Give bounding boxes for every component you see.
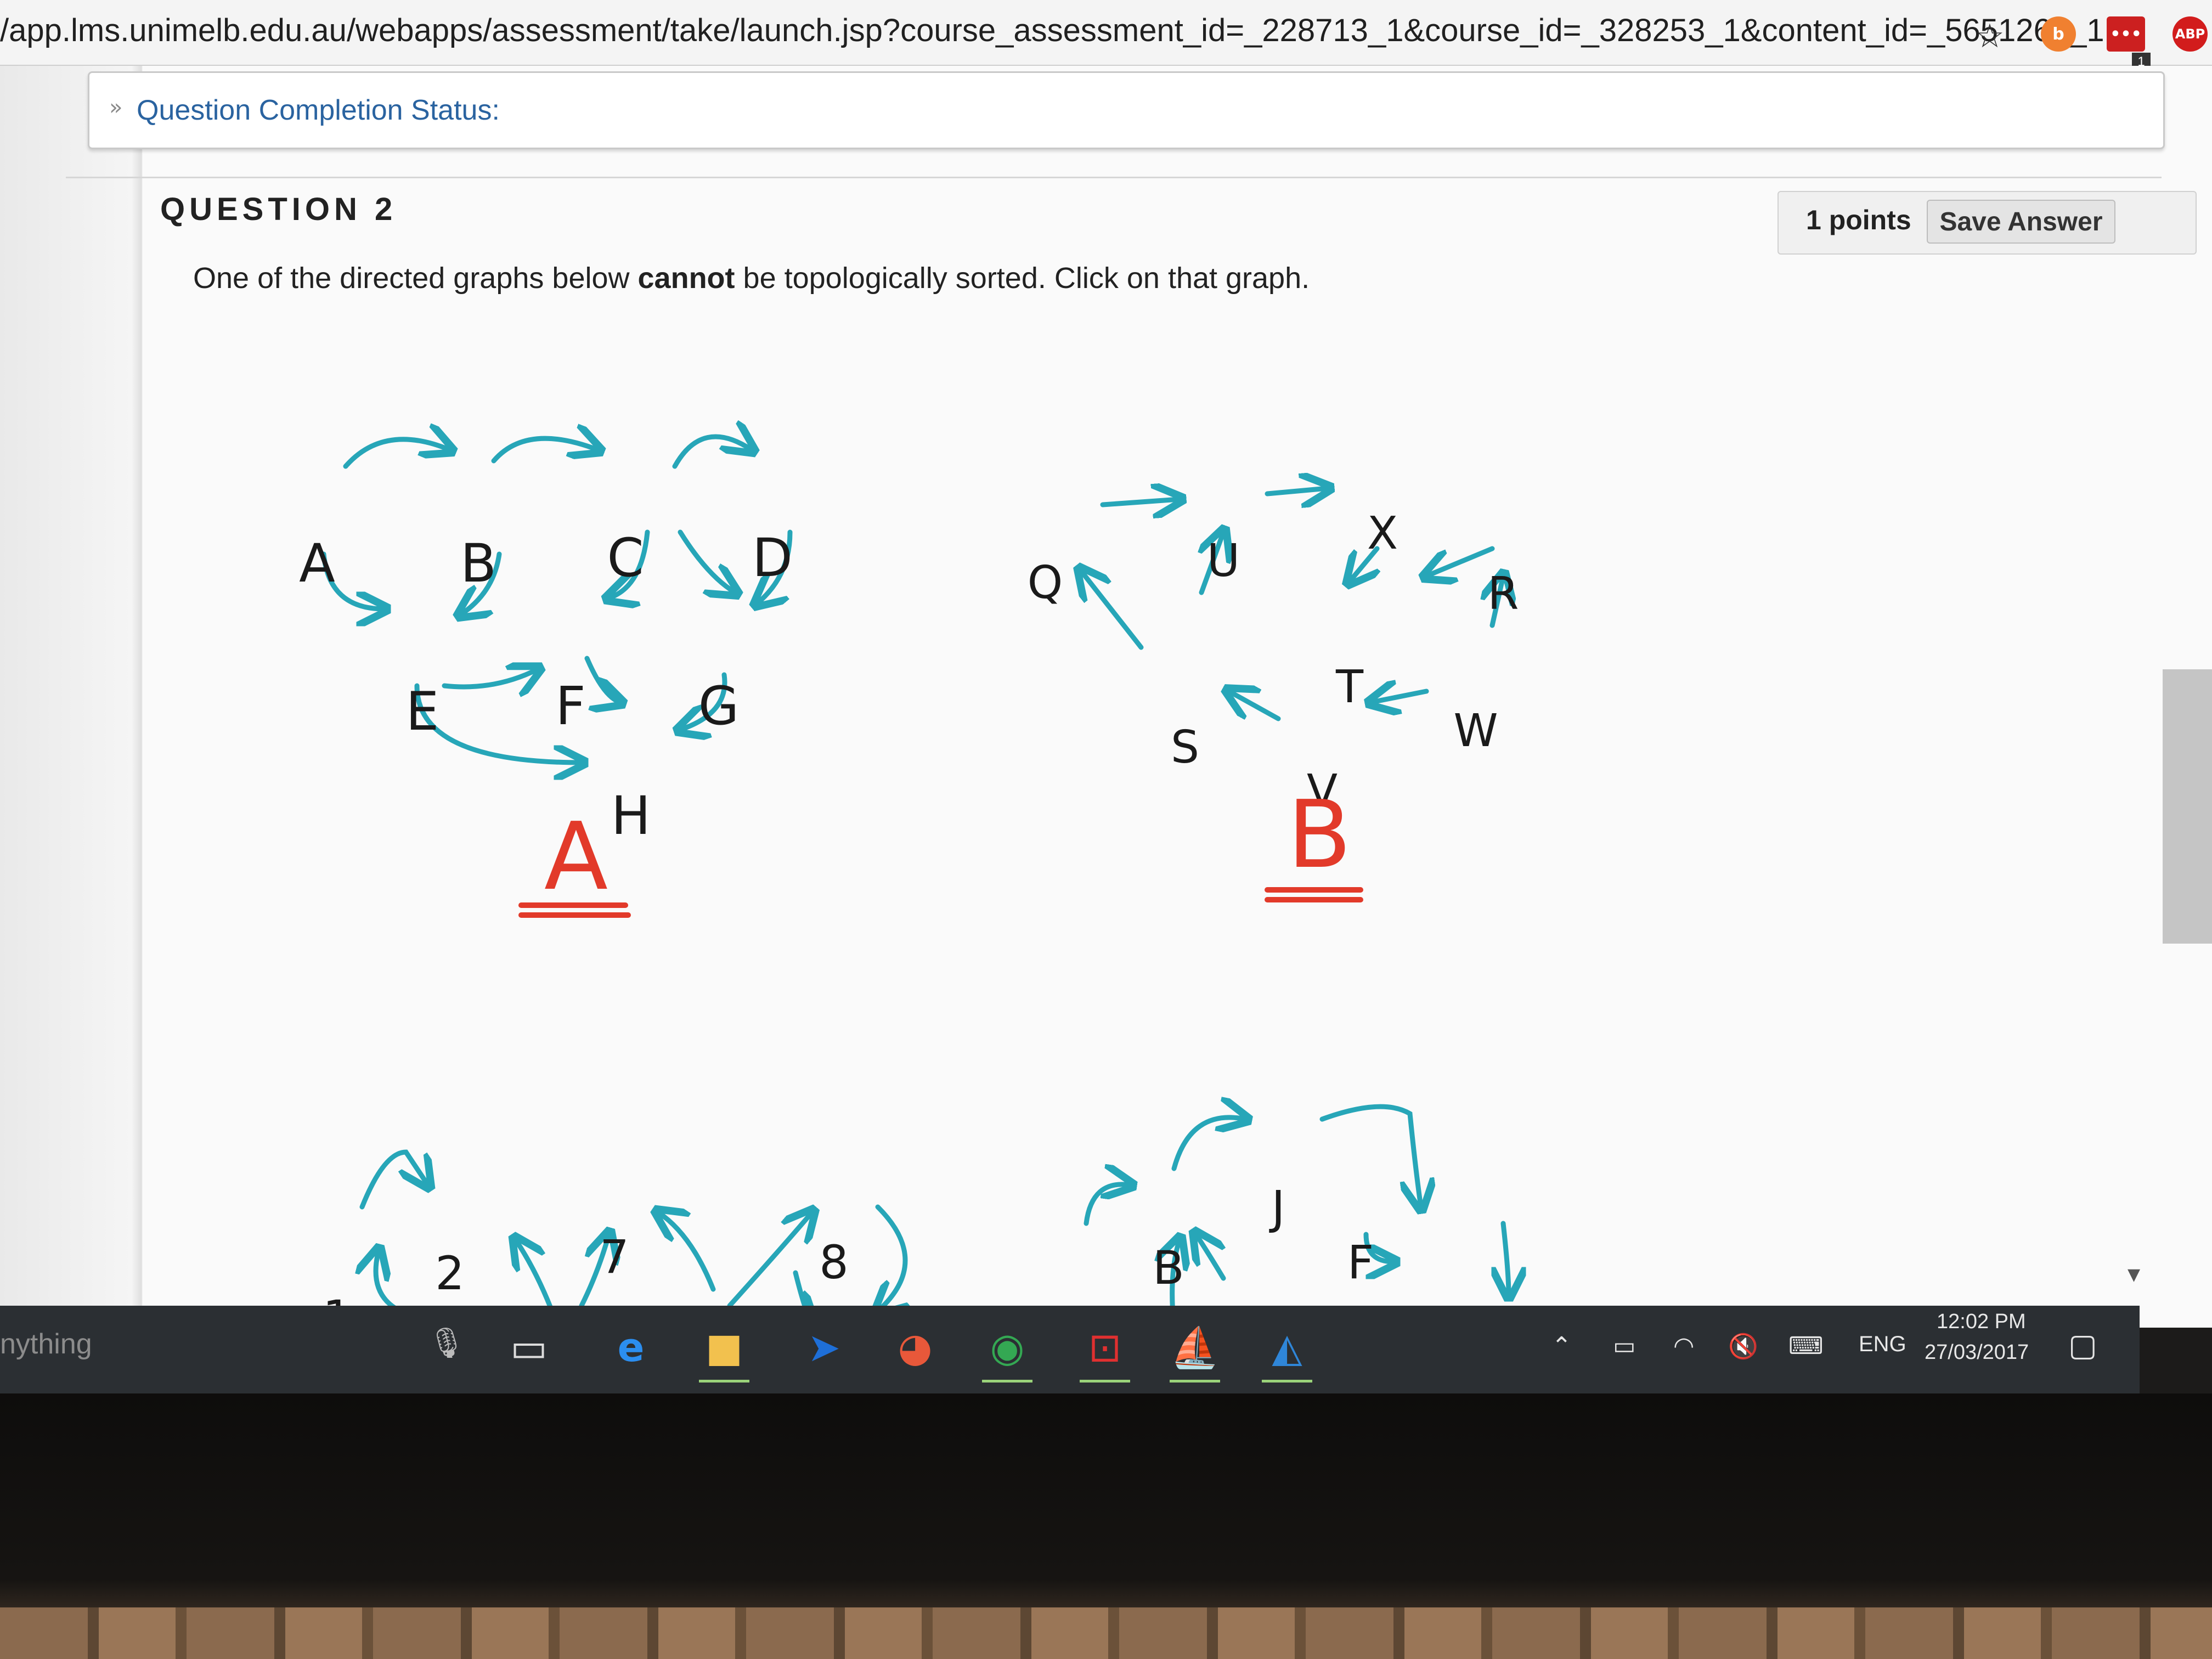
graph-a-node: D (752, 527, 793, 589)
graph-b[interactable] (1081, 488, 1503, 721)
task-view-icon[interactable]: ▭ (499, 1318, 558, 1377)
graph-b-node: T (1335, 661, 1364, 713)
edge (1503, 1221, 1509, 1295)
graph-a-label[interactable]: A (544, 803, 608, 911)
laptop-hinge (0, 1607, 2212, 1659)
edge (376, 1251, 403, 1314)
edge (359, 1149, 428, 1210)
graph-b-node: U (1207, 535, 1240, 587)
microphone-icon[interactable]: 🎙 (428, 1325, 466, 1361)
graph-a-node: A (299, 533, 335, 594)
bookmark-star-icon[interactable]: ☆ (1975, 20, 2005, 53)
graph-d-node: B (1153, 1241, 1184, 1295)
lastpass-extension-icon[interactable]: ••• (2107, 16, 2145, 52)
edge (1372, 691, 1429, 702)
taskbar: nything 🎙 ▭ e ■ ➤ ◕ ◉ ⊡ ⛵ ◭ ⌃ ▭ ◠ 🔇 ⌨ EN… (0, 1306, 2140, 1393)
edge (658, 1212, 716, 1292)
ship-icon[interactable]: ⛵ (1165, 1318, 1224, 1383)
edge-icon[interactable]: e (601, 1318, 661, 1377)
graph-a-node: E (406, 681, 439, 742)
edge (1084, 1184, 1130, 1226)
scrollbar[interactable] (2163, 669, 2212, 944)
wifi-icon[interactable]: ◠ (1673, 1332, 1694, 1360)
graph-d[interactable] (1084, 1104, 1509, 1328)
graph-d-node: F (1347, 1235, 1374, 1289)
chevron-up-icon[interactable]: ⌃ (1551, 1332, 1572, 1360)
graph-b-node: R (1488, 568, 1519, 620)
graph-a-node: B (460, 533, 496, 594)
scroll-down-icon[interactable]: ▼ (2128, 1265, 2140, 1284)
graph-c-node: 2 (435, 1246, 464, 1300)
graph-d-node: J (1269, 1181, 1285, 1234)
edge (516, 1240, 557, 1319)
b-extension-icon[interactable]: b (2041, 16, 2076, 52)
edge (442, 669, 538, 687)
graph-b-node: W (1453, 705, 1498, 757)
edge (1229, 691, 1281, 721)
notification-icon[interactable]: ▢ (2068, 1328, 2097, 1363)
edge (491, 438, 598, 464)
edge (878, 1204, 905, 1311)
chrome-icon[interactable]: ◉ (978, 1318, 1037, 1383)
edge (1426, 546, 1495, 576)
shark-icon[interactable]: ◭ (1257, 1318, 1317, 1383)
browser-address-bar: /app.lms.unimelb.edu.au/webapps/assessme… (0, 0, 2212, 71)
graph-a-node: H (611, 785, 651, 847)
language-indicator[interactable]: ENG (1859, 1332, 1906, 1357)
adblock-plus-icon[interactable]: ABP (2172, 16, 2208, 52)
graph-a-node: F (555, 675, 585, 737)
graph-a-node: G (698, 675, 739, 737)
edge (1081, 571, 1144, 650)
mute-icon[interactable]: 🔇 (1728, 1332, 1758, 1361)
keyboard-icon[interactable]: ⌨ (1788, 1332, 1824, 1360)
clock-time[interactable]: 12:02 PM (1937, 1310, 2026, 1334)
url-field[interactable]: /app.lms.unimelb.edu.au/webapps/assessme… (0, 12, 2104, 49)
graph-b-node: X (1367, 507, 1398, 560)
graph-b-label[interactable]: B (1288, 781, 1352, 889)
edge (1171, 1118, 1245, 1171)
battery-icon[interactable]: ▭ (1613, 1332, 1636, 1360)
telegram-icon[interactable]: ➤ (794, 1318, 854, 1377)
clock-date[interactable]: 27/03/2017 (1925, 1341, 2029, 1364)
edge (1319, 1104, 1421, 1207)
edge (672, 437, 752, 469)
graph-a-node: C (607, 527, 644, 589)
edge (1100, 499, 1180, 505)
graph-c-node: 8 (819, 1235, 848, 1289)
graph-b-node: S (1171, 721, 1199, 774)
page-content: » Question Completion Status: QUESTION 2… (0, 66, 2212, 1328)
acrobat-icon[interactable]: ⊡ (1075, 1318, 1135, 1383)
graph-b-node: Q (1028, 557, 1063, 609)
edge (343, 439, 450, 469)
paint-icon[interactable]: ◕ (885, 1318, 945, 1377)
edge (1265, 488, 1328, 494)
graphs-canvas: A B C D E F G H Q U X R T W S V 2 7 8 1 … (299, 66, 2212, 1328)
taskbar-search[interactable]: nything (0, 1328, 92, 1361)
graph-c-node: 7 (600, 1230, 629, 1284)
edge (678, 529, 735, 592)
edge (584, 656, 620, 702)
file-explorer-icon[interactable]: ■ (695, 1318, 754, 1383)
edge (1196, 1234, 1226, 1281)
